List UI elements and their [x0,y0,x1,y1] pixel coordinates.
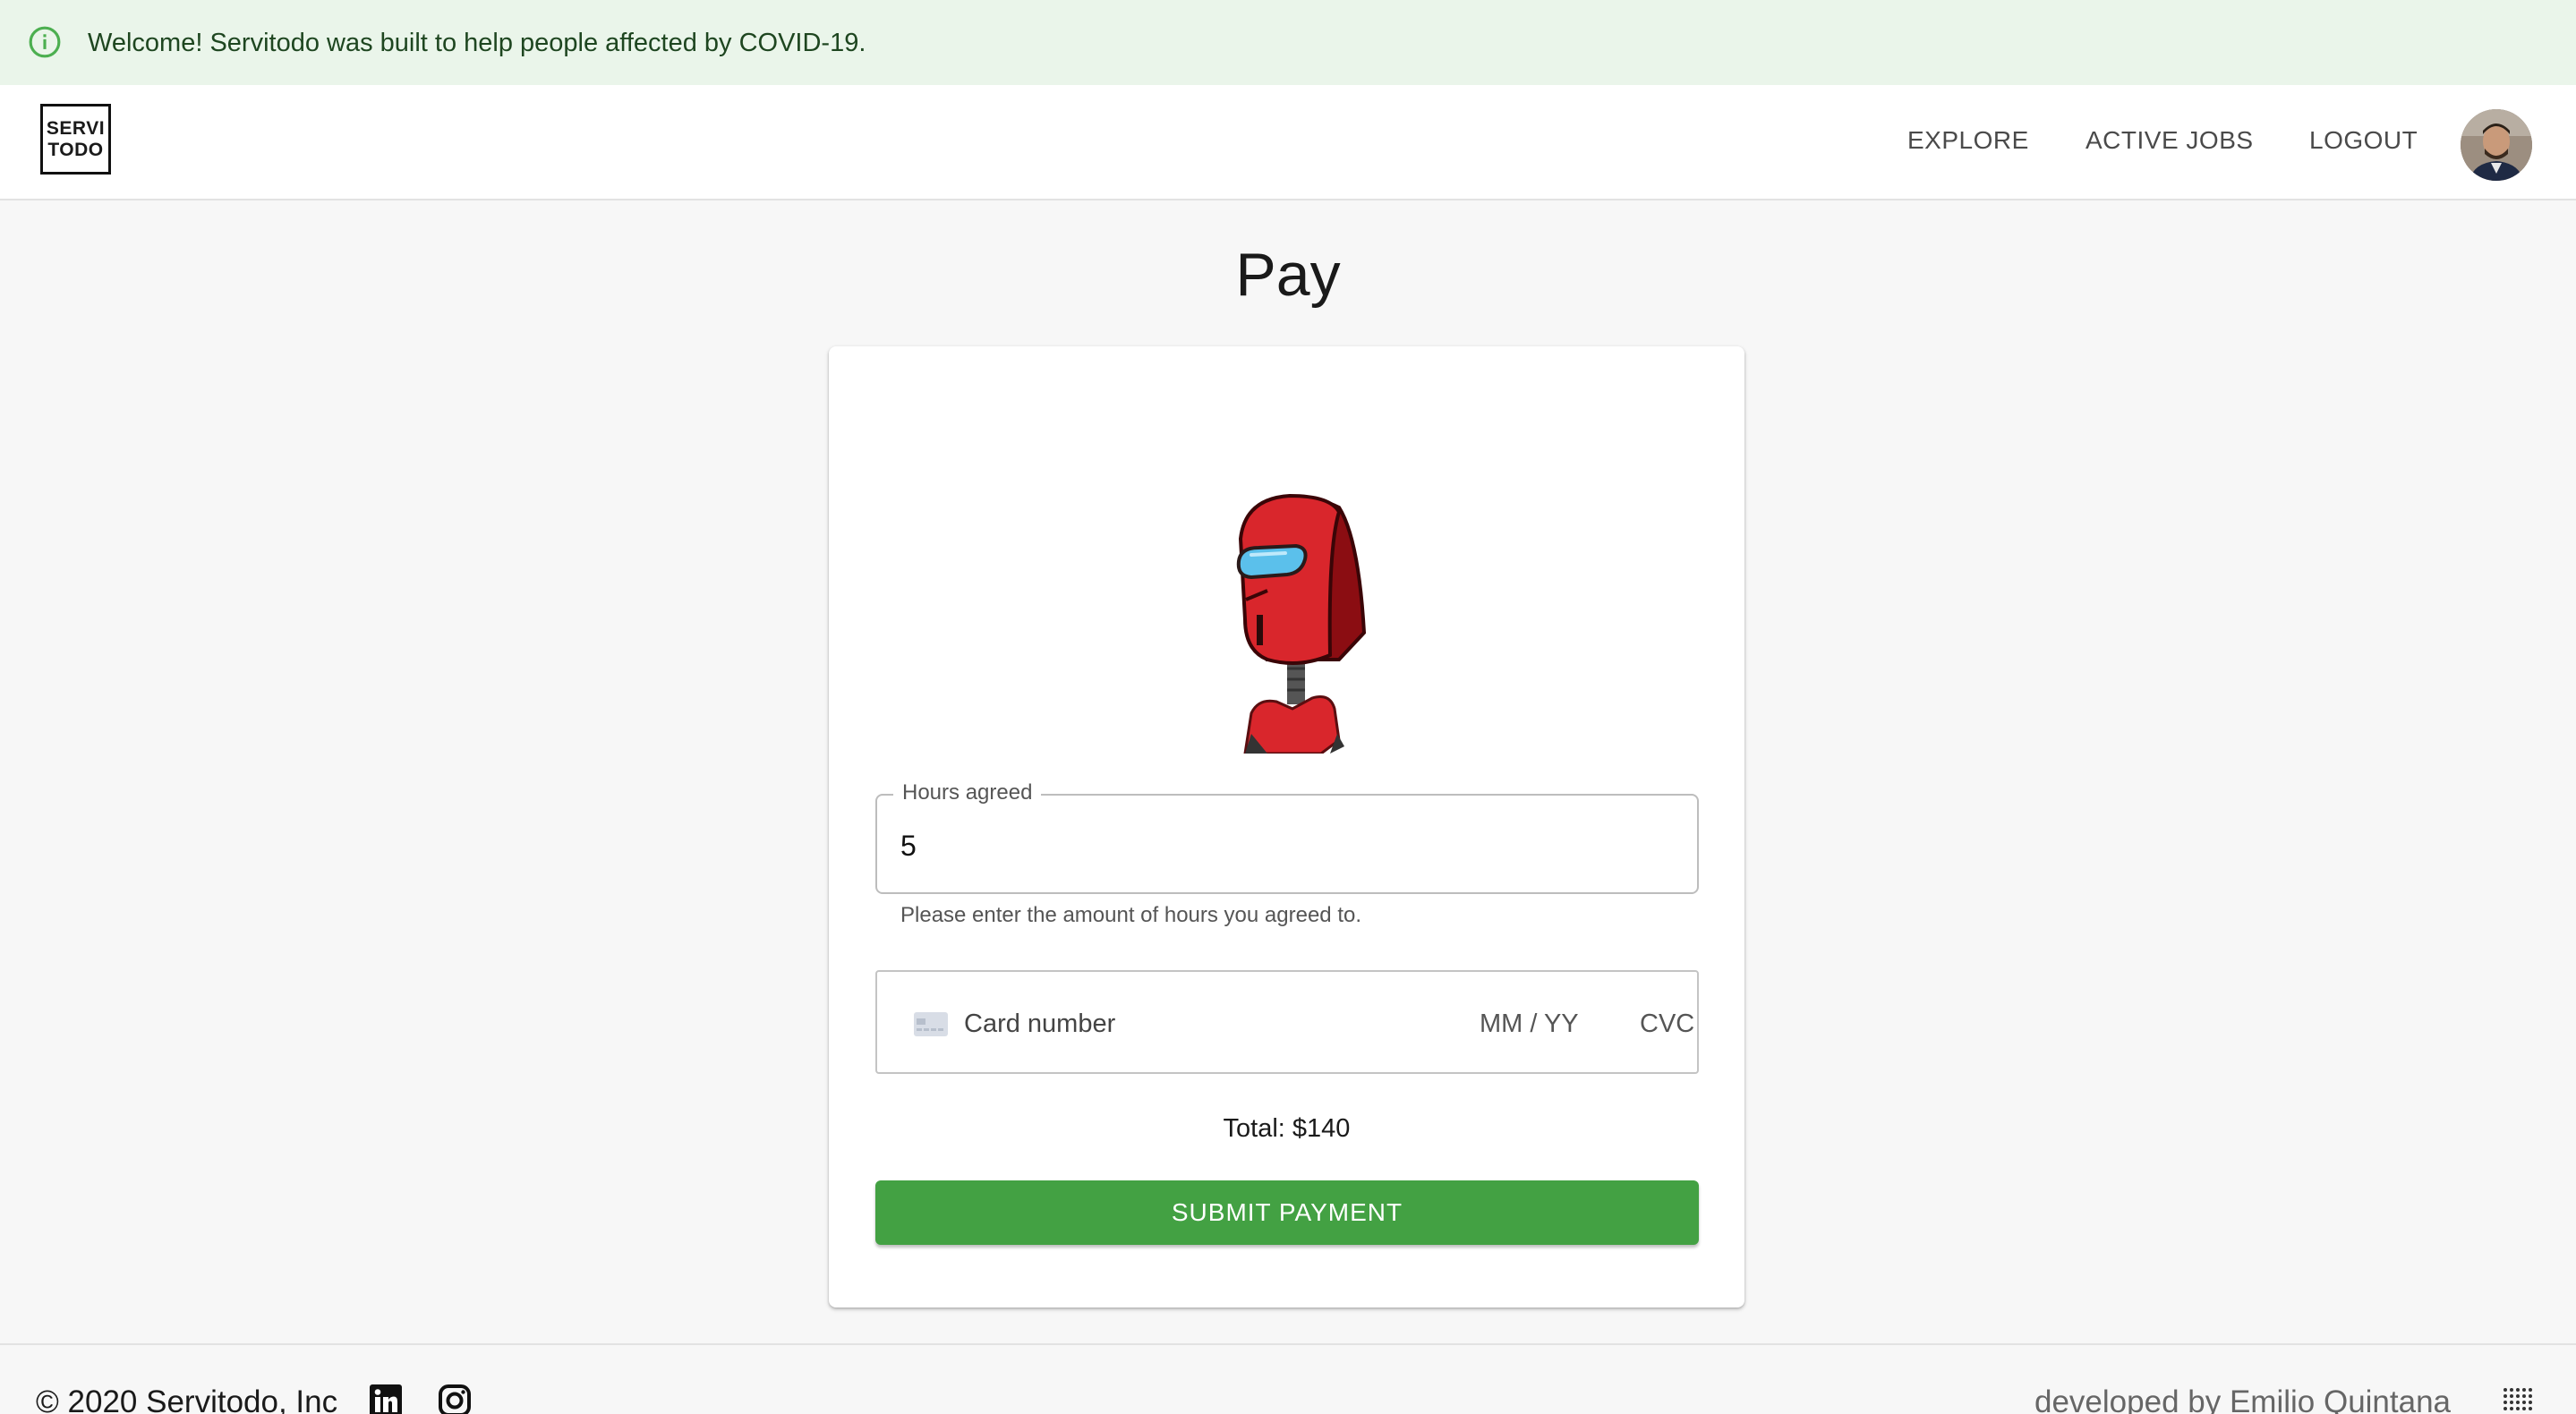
card-details-field[interactable]: Card number MM / YY CVC [875,970,1699,1074]
logo-line-2: TODO [47,139,104,160]
user-avatar[interactable] [2461,109,2532,181]
nav-active-jobs-link[interactable]: ACTIVE JOBS [2086,124,2254,157]
alert-message: Welcome! Servitodo was built to help peo… [88,29,866,57]
nav-logout-link[interactable]: LOGOUT [2309,124,2418,157]
avatar-icon [2461,109,2532,181]
instagram-icon[interactable] [438,1384,472,1414]
payment-total: Total: $140 [1223,1114,1351,1143]
payment-card: Hours agreed Please enter the amount of … [829,346,1744,1308]
credit-card-icon [914,1012,948,1036]
dots-grid-icon[interactable] [2502,1386,2532,1414]
top-navbar: SERVI TODO EXPLORE ACTIVE JOBS LOGOUT [0,85,2576,200]
page-title: Pay [1235,241,1341,309]
submit-payment-button[interactable]: SUBMIT PAYMENT [875,1180,1699,1245]
footer-copyright: © 2020 Servitodo, Inc [36,1384,338,1414]
hours-agreed-field[interactable]: Hours agreed [875,778,1699,894]
logo-line-1: SERVI [46,117,106,139]
info-icon [29,26,61,58]
info-alert: Welcome! Servitodo was built to help peo… [0,0,2576,85]
hours-agreed-input[interactable] [900,826,1670,865]
robot-illustration [1236,493,1367,754]
card-number-placeholder[interactable]: Card number [964,1007,1115,1041]
hours-agreed-label: Hours agreed [893,778,1042,808]
card-expiry-placeholder[interactable]: MM / YY [1480,1007,1579,1041]
servitodo-logo[interactable]: SERVI TODO [40,104,111,175]
developer-credit[interactable]: developed by Emilio Quintana [2034,1383,2451,1414]
footer: © 2020 Servitodo, Inc developed by Emili… [0,1343,2576,1414]
card-cvc-placeholder[interactable]: CVC [1640,1007,1694,1041]
linkedin-icon[interactable] [370,1384,402,1414]
hours-helper-text: Please enter the amount of hours you agr… [900,903,1362,927]
nav-explore-link[interactable]: EXPLORE [1907,124,2029,157]
